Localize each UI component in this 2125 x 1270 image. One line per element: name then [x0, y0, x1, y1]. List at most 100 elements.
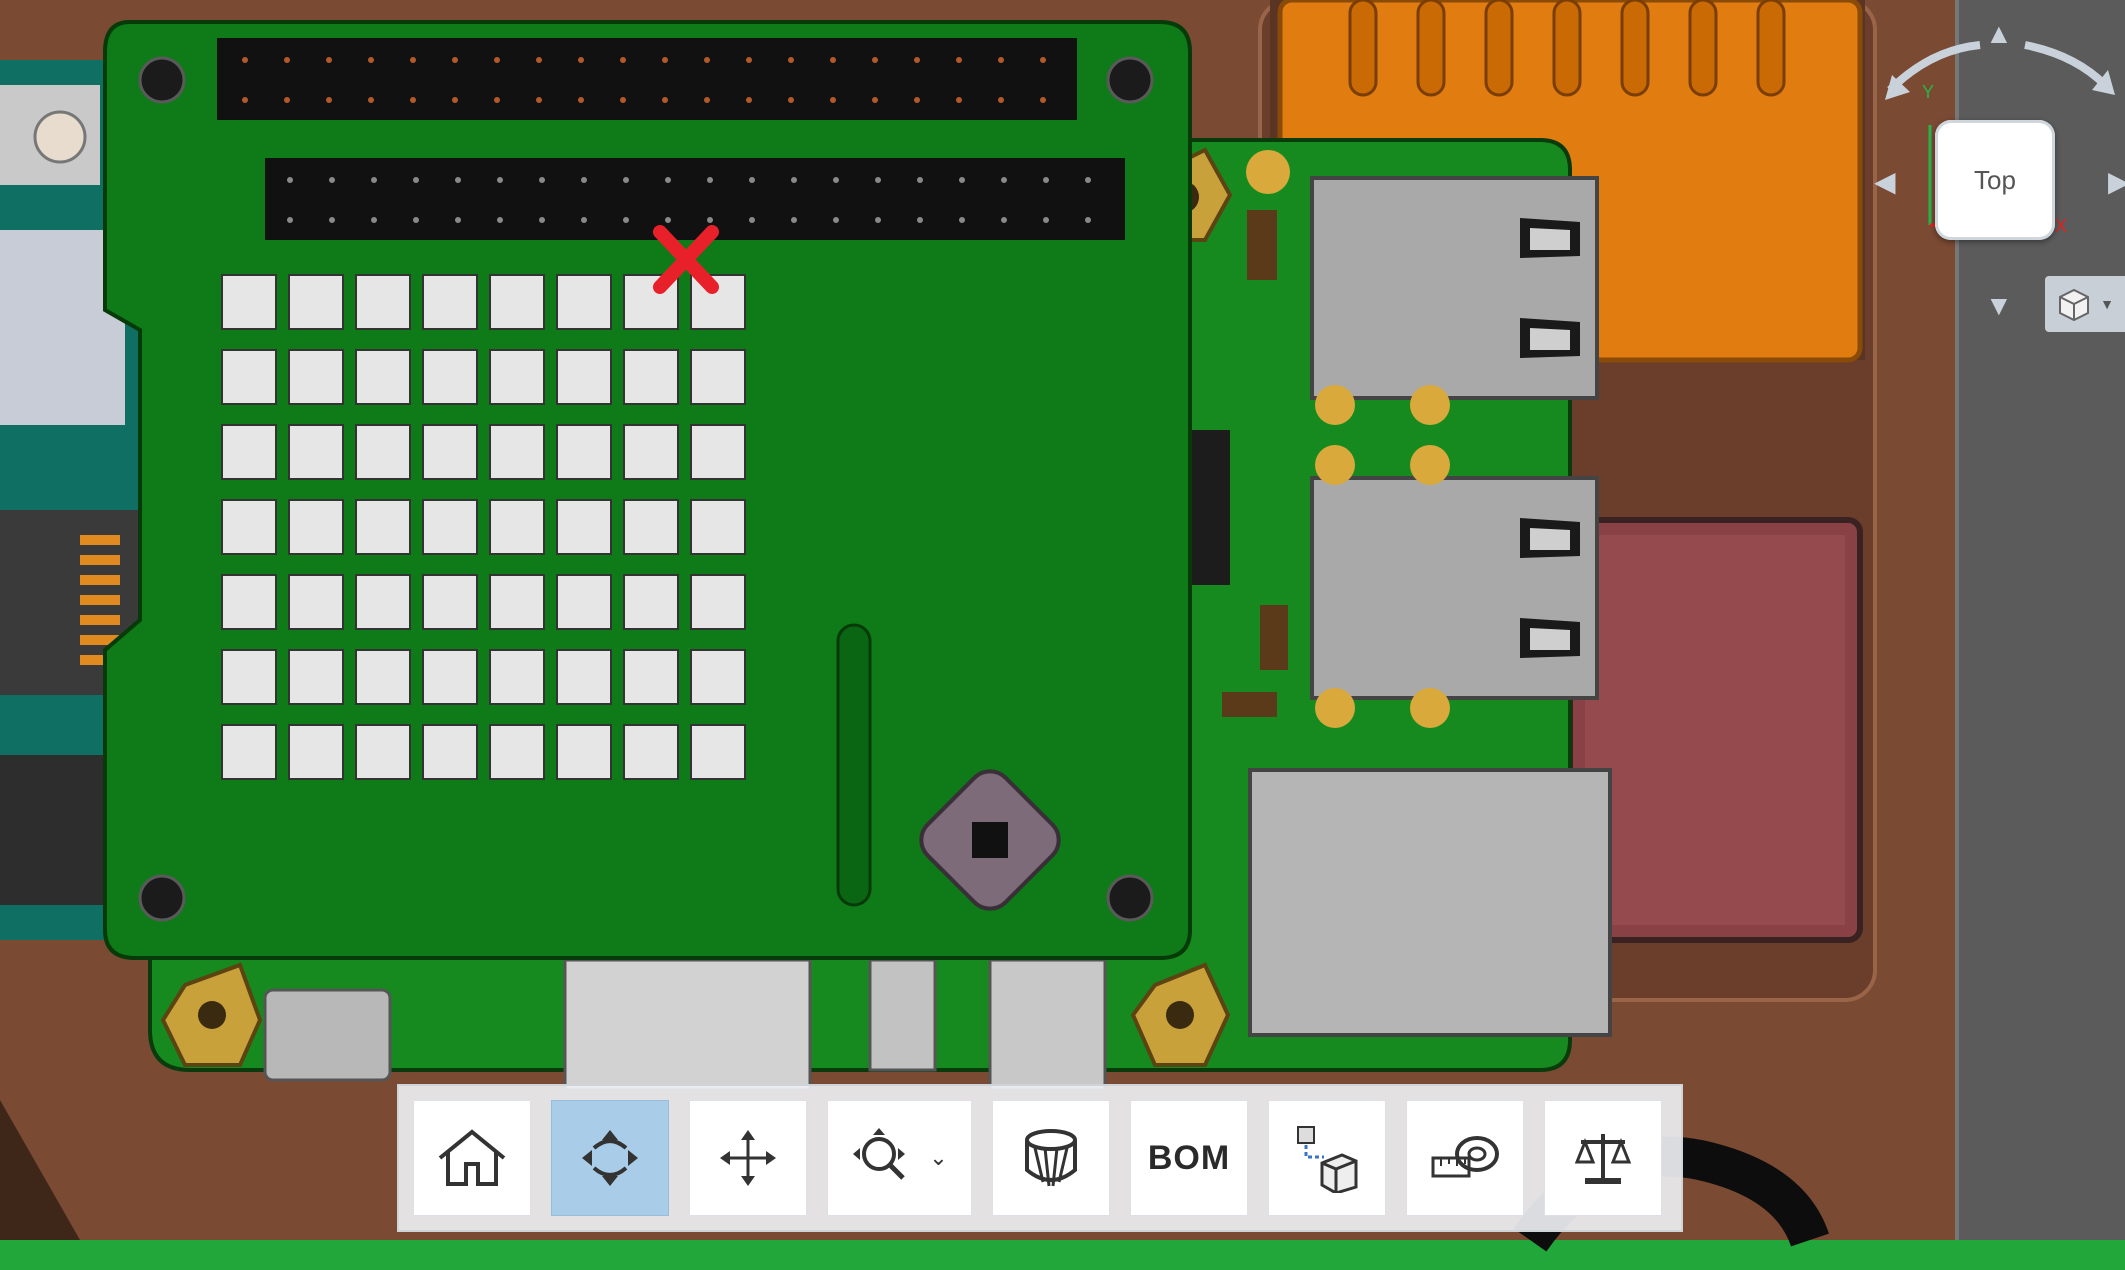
arrow-right-icon[interactable]: ▶ [2108, 168, 2125, 196]
led-pixel [422, 649, 478, 705]
bottom-toolbar: ⌄ BOM [397, 1084, 1683, 1232]
header-pin [497, 177, 503, 183]
pan-button[interactable] [689, 1100, 807, 1216]
led-pixel [690, 574, 746, 630]
header-pin [1040, 97, 1046, 103]
header-pin [620, 97, 626, 103]
section-analysis-icon [1025, 1129, 1077, 1187]
header-pin [917, 217, 923, 223]
led-pixel [489, 724, 545, 780]
header-pin [704, 97, 710, 103]
led-pixel [355, 574, 411, 630]
led-pixel [288, 649, 344, 705]
header-pin [581, 217, 587, 223]
header-pin [536, 57, 542, 63]
header-pin [368, 97, 374, 103]
led-pixel [690, 349, 746, 405]
zoom-icon [853, 1128, 906, 1180]
led-pixel [690, 649, 746, 705]
header-pin [875, 217, 881, 223]
led-pixel [422, 499, 478, 555]
arrow-down-icon[interactable]: ▼ [1985, 292, 2013, 320]
led-pixel [690, 724, 746, 780]
led-pixel [221, 349, 277, 405]
header-pin [326, 57, 332, 63]
arrow-up-icon[interactable]: ▲ [1985, 20, 2013, 48]
header-pin [410, 97, 416, 103]
zoom-dropdown-icon[interactable]: ⌄ [929, 1145, 947, 1171]
led-pixel [221, 424, 277, 480]
led-pixel [422, 724, 478, 780]
header-pin [413, 177, 419, 183]
bom-button[interactable]: BOM [1130, 1100, 1248, 1216]
led-pixel [288, 574, 344, 630]
led-pixel [623, 349, 679, 405]
led-pixel [489, 499, 545, 555]
header-pin [1001, 217, 1007, 223]
header-pin [914, 57, 920, 63]
header-pin [581, 177, 587, 183]
led-pixel [489, 424, 545, 480]
zoom-button[interactable]: ⌄ [827, 1100, 972, 1216]
view-cube[interactable]: ▲ ▼ ◀ ▶ Y X Top ▼ [1870, 20, 2125, 340]
led-pixel [221, 649, 277, 705]
measure-tape-icon [1431, 1136, 1499, 1178]
header-pin [959, 217, 965, 223]
header-pin [371, 217, 377, 223]
led-pixel [288, 349, 344, 405]
header-pin [539, 177, 545, 183]
header-pin [872, 97, 878, 103]
header-pin [998, 57, 1004, 63]
header-pin [956, 97, 962, 103]
cube-icon [2059, 288, 2090, 322]
header-pin [959, 177, 965, 183]
header-pin [623, 177, 629, 183]
view-cube-top-face[interactable]: Top [1935, 120, 2055, 240]
view-cube-menu[interactable]: ▼ [2045, 276, 2125, 332]
3d-viewport[interactable]: ▲ ▼ ◀ ▶ Y X Top ▼ ⌄ BOM [0, 0, 2125, 1270]
arrow-left-icon[interactable]: ◀ [1874, 168, 1896, 196]
header-pin [1001, 177, 1007, 183]
header-pin [788, 97, 794, 103]
header-pin [410, 57, 416, 63]
measure-button[interactable] [1406, 1100, 1524, 1216]
led-pixel [489, 649, 545, 705]
header-pin [662, 97, 668, 103]
assembly-model [0, 0, 2125, 1270]
header-pin [497, 217, 503, 223]
led-pixel [422, 274, 478, 330]
header-pin [914, 97, 920, 103]
led-pixel [355, 724, 411, 780]
led-pixel [623, 724, 679, 780]
led-pixel [221, 274, 277, 330]
header-pin [413, 217, 419, 223]
model-render[interactable] [0, 0, 2125, 1270]
header-pin [578, 97, 584, 103]
header-pin [833, 177, 839, 183]
header-pin [455, 177, 461, 183]
home-button[interactable] [413, 1100, 531, 1216]
led-pixel [556, 274, 612, 330]
header-pin [242, 97, 248, 103]
mass-properties-button[interactable] [1544, 1100, 1662, 1216]
header-pin [287, 177, 293, 183]
led-pixel [288, 274, 344, 330]
orbit-button[interactable] [551, 1100, 669, 1216]
led-pixel [556, 499, 612, 555]
led-pixel [489, 574, 545, 630]
led-pixel [355, 349, 411, 405]
header-pin [623, 217, 629, 223]
header-pin [833, 217, 839, 223]
header-pin [830, 97, 836, 103]
header-pin [494, 57, 500, 63]
explode-button[interactable] [1268, 1100, 1386, 1216]
section-button[interactable] [992, 1100, 1110, 1216]
caret-down-icon: ▼ [2100, 296, 2114, 312]
header-pin [368, 57, 374, 63]
header-pin [536, 97, 542, 103]
header-pin [452, 57, 458, 63]
header-pin [287, 217, 293, 223]
led-pixel [690, 424, 746, 480]
led-pixel [355, 499, 411, 555]
led-pixel [623, 649, 679, 705]
